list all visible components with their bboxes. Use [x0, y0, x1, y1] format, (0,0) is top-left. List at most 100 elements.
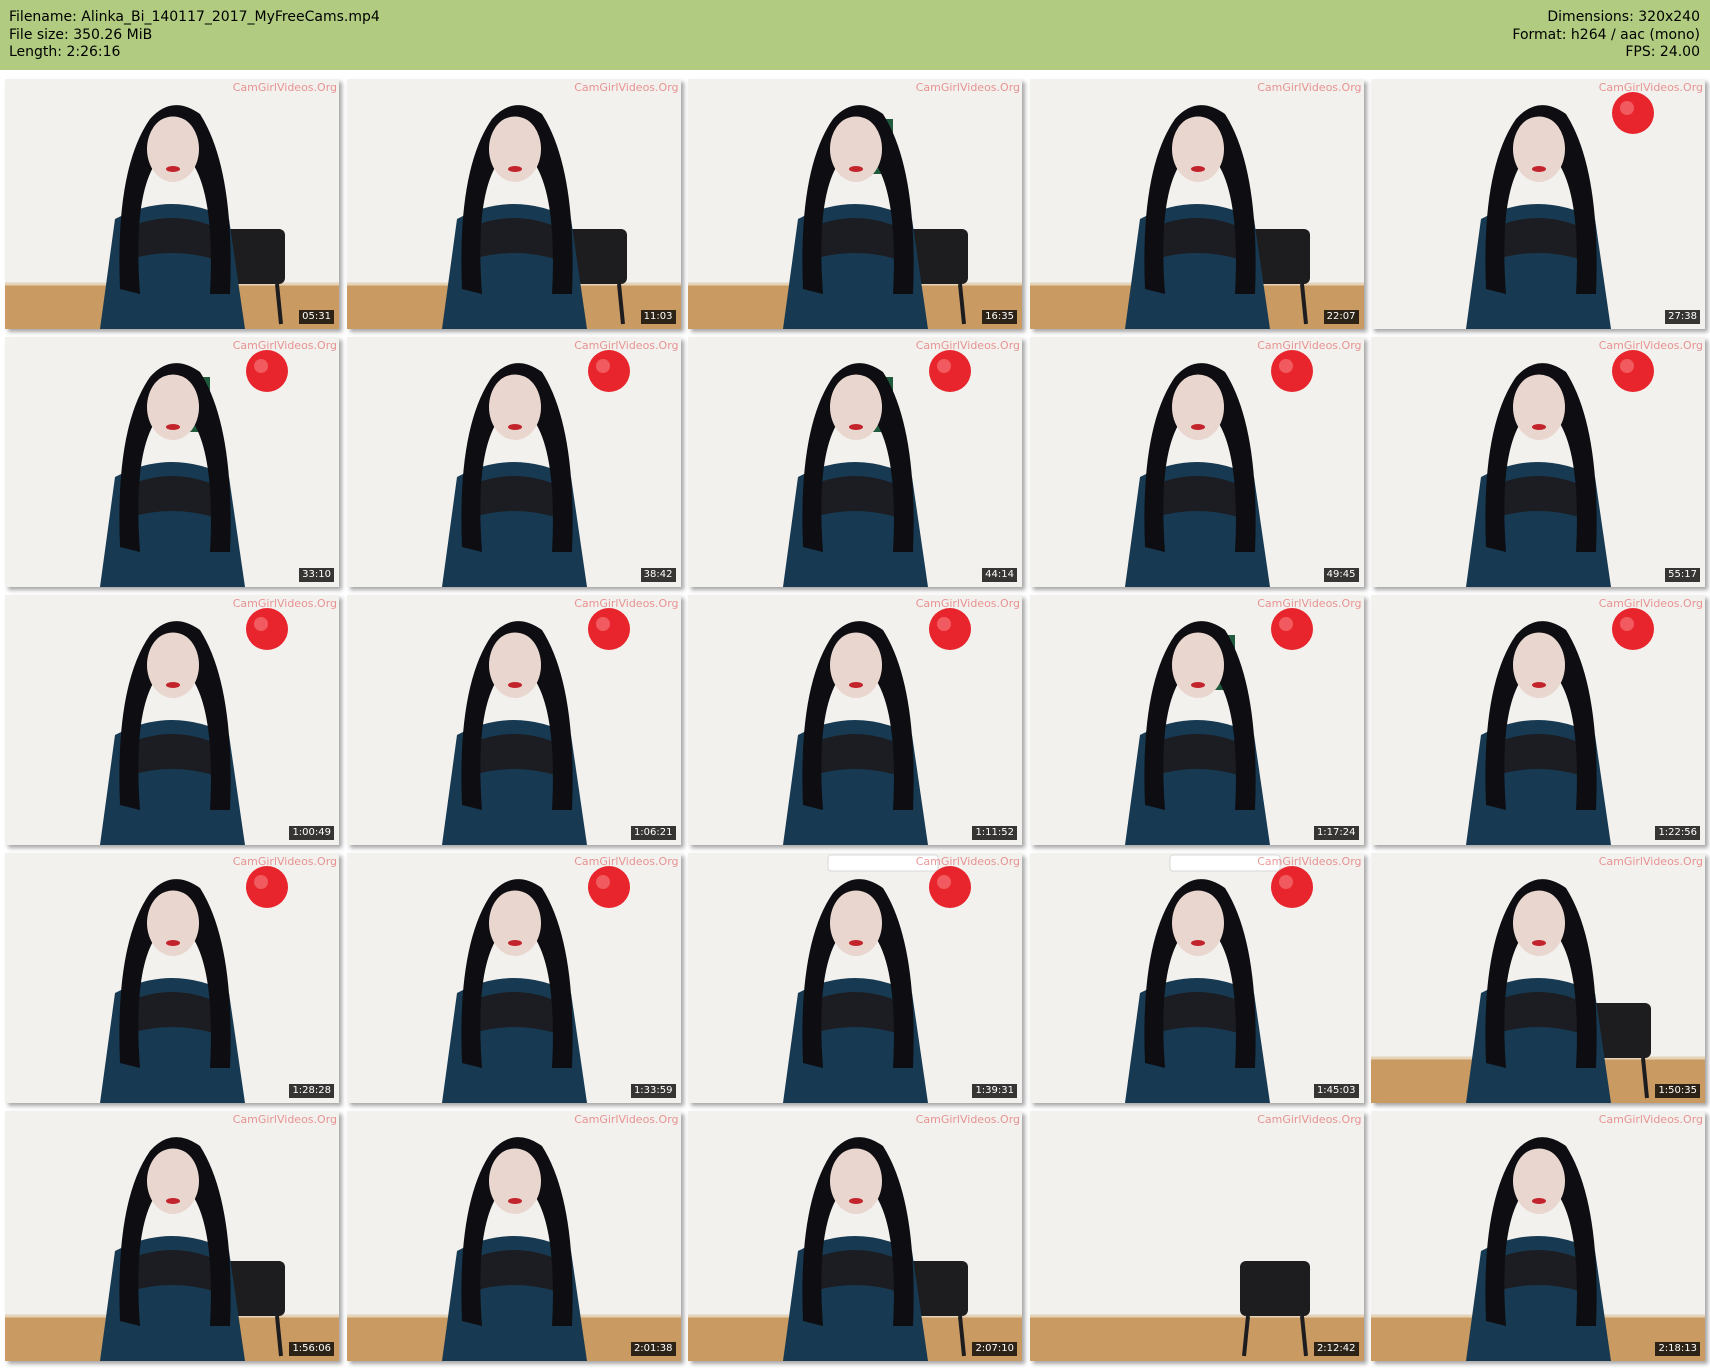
thumbnail-frame-image — [5, 853, 339, 1103]
video-thumbnail: CamGirlVideos.Org 38:42 — [346, 337, 681, 587]
thumbnail-frame-image — [688, 1111, 1022, 1361]
thumbnail-frame-image — [688, 595, 1022, 845]
timestamp-badge: 49:45 — [1323, 568, 1359, 582]
video-thumbnail: CamGirlVideos.Org 44:14 — [688, 337, 1022, 587]
video-thumbnail: CamGirlVideos.Org 2:18:13 — [1371, 1111, 1705, 1361]
timestamp-badge: 1:00:49 — [289, 826, 334, 840]
video-thumbnail: CamGirlVideos.Org 1:33:59 — [346, 853, 681, 1103]
thumbnail-frame-image — [1371, 595, 1705, 845]
thumbnail-frame-image — [5, 1111, 339, 1361]
video-thumbnail: CamGirlVideos.Org 2:12:42 — [1029, 1111, 1364, 1361]
timestamp-badge: 1:56:06 — [289, 1342, 334, 1356]
thumbnail-frame-image — [1371, 1111, 1705, 1361]
thumbnail-frame-image — [688, 79, 1022, 329]
timestamp-badge: 1:28:28 — [289, 1084, 334, 1098]
watermark-text: CamGirlVideos.Org — [574, 597, 679, 610]
video-thumbnail: CamGirlVideos.Org 55:17 — [1371, 337, 1705, 587]
thumbnail-frame-image — [1029, 79, 1364, 329]
timestamp-badge: 2:12:42 — [1313, 1342, 1359, 1356]
video-thumbnail: CamGirlVideos.Org 33:10 — [5, 337, 339, 587]
watermark-text: CamGirlVideos.Org — [1257, 1113, 1362, 1126]
video-thumbnail: CamGirlVideos.Org 1:00:49 — [5, 595, 339, 845]
timestamp-badge: 1:06:21 — [630, 826, 676, 840]
watermark-text: CamGirlVideos.Org — [1598, 1113, 1703, 1126]
timestamp-badge: 2:07:10 — [972, 1342, 1017, 1356]
watermark-text: CamGirlVideos.Org — [574, 81, 679, 94]
watermark-text: CamGirlVideos.Org — [915, 81, 1020, 94]
watermark-text: CamGirlVideos.Org — [915, 597, 1020, 610]
thumbnail-frame-image — [688, 853, 1022, 1103]
watermark-text: CamGirlVideos.Org — [232, 339, 337, 352]
watermark-text: CamGirlVideos.Org — [232, 1113, 337, 1126]
watermark-text: CamGirlVideos.Org — [915, 339, 1020, 352]
watermark-text: CamGirlVideos.Org — [1257, 81, 1362, 94]
thumbnail-frame-image — [1029, 1111, 1364, 1361]
video-thumbnail: CamGirlVideos.Org 1:22:56 — [1371, 595, 1705, 845]
watermark-text: CamGirlVideos.Org — [1598, 597, 1703, 610]
watermark-text: CamGirlVideos.Org — [574, 855, 679, 868]
thumbnail-frame-image — [1029, 853, 1364, 1103]
video-thumbnail: CamGirlVideos.Org 1:28:28 — [5, 853, 339, 1103]
thumbnail-frame-image — [5, 595, 339, 845]
thumbnail-frame-image — [346, 1111, 681, 1361]
video-thumbnail: CamGirlVideos.Org 1:39:31 — [688, 853, 1022, 1103]
watermark-text: CamGirlVideos.Org — [574, 1113, 679, 1126]
timestamp-badge: 1:17:24 — [1313, 826, 1359, 840]
timestamp-badge: 1:45:03 — [1313, 1084, 1359, 1098]
thumbnail-frame-image — [1029, 337, 1364, 587]
video-thumbnail: CamGirlVideos.Org 1:06:21 — [346, 595, 681, 845]
watermark-text: CamGirlVideos.Org — [574, 339, 679, 352]
thumbnail-grid: CamGirlVideos.Org 05:31 CamGirlVideos.Org 1… — [0, 0, 1710, 1370]
thumbnail-frame-image — [5, 337, 339, 587]
timestamp-badge: 2:01:38 — [630, 1342, 676, 1356]
thumbnail-frame-image — [346, 337, 681, 587]
timestamp-badge: 1:50:35 — [1655, 1084, 1700, 1098]
timestamp-badge: 1:11:52 — [972, 826, 1017, 840]
timestamp-badge: 1:39:31 — [972, 1084, 1017, 1098]
video-thumbnail: CamGirlVideos.Org 27:38 — [1371, 79, 1705, 329]
timestamp-badge: 16:35 — [982, 310, 1017, 324]
watermark-text: CamGirlVideos.Org — [232, 81, 337, 94]
watermark-text: CamGirlVideos.Org — [232, 597, 337, 610]
watermark-text: CamGirlVideos.Org — [1598, 81, 1703, 94]
thumbnail-frame-image — [346, 595, 681, 845]
video-thumbnail: CamGirlVideos.Org 22:07 — [1029, 79, 1364, 329]
timestamp-badge: 2:18:13 — [1655, 1342, 1700, 1356]
watermark-text: CamGirlVideos.Org — [915, 1113, 1020, 1126]
thumbnail-frame-image — [1371, 853, 1705, 1103]
video-thumbnail: CamGirlVideos.Org 1:56:06 — [5, 1111, 339, 1361]
watermark-text: CamGirlVideos.Org — [1598, 339, 1703, 352]
timestamp-badge: 38:42 — [640, 568, 676, 582]
timestamp-badge: 44:14 — [982, 568, 1017, 582]
timestamp-badge: 55:17 — [1665, 568, 1700, 582]
thumbnail-frame-image — [1371, 337, 1705, 587]
watermark-text: CamGirlVideos.Org — [1598, 855, 1703, 868]
thumbnail-frame-image — [5, 79, 339, 329]
video-thumbnail: CamGirlVideos.Org 05:31 — [5, 79, 339, 329]
timestamp-badge: 1:22:56 — [1655, 826, 1700, 840]
watermark-text: CamGirlVideos.Org — [1257, 597, 1362, 610]
video-thumbnail: CamGirlVideos.Org 1:50:35 — [1371, 853, 1705, 1103]
thumbnail-frame-image — [1029, 595, 1364, 845]
timestamp-badge: 11:03 — [640, 310, 676, 324]
watermark-text: CamGirlVideos.Org — [232, 855, 337, 868]
video-thumbnail: CamGirlVideos.Org 1:17:24 — [1029, 595, 1364, 845]
thumbnail-frame-image — [346, 79, 681, 329]
timestamp-badge: 27:38 — [1665, 310, 1700, 324]
video-thumbnail: CamGirlVideos.Org 2:01:38 — [346, 1111, 681, 1361]
timestamp-badge: 33:10 — [299, 568, 334, 582]
video-thumbnail: CamGirlVideos.Org 2:07:10 — [688, 1111, 1022, 1361]
watermark-text: CamGirlVideos.Org — [1257, 855, 1362, 868]
thumbnail-frame-image — [688, 337, 1022, 587]
watermark-text: CamGirlVideos.Org — [915, 855, 1020, 868]
watermark-text: CamGirlVideos.Org — [1257, 339, 1362, 352]
timestamp-badge: 1:33:59 — [630, 1084, 676, 1098]
timestamp-badge: 05:31 — [299, 310, 334, 324]
timestamp-badge: 22:07 — [1323, 310, 1359, 324]
video-thumbnail: CamGirlVideos.Org 1:45:03 — [1029, 853, 1364, 1103]
thumbnail-frame-image — [346, 853, 681, 1103]
video-thumbnail: CamGirlVideos.Org 11:03 — [346, 79, 681, 329]
video-thumbnail: CamGirlVideos.Org 16:35 — [688, 79, 1022, 329]
video-thumbnail: CamGirlVideos.Org 49:45 — [1029, 337, 1364, 587]
thumbnail-frame-image — [1371, 79, 1705, 329]
